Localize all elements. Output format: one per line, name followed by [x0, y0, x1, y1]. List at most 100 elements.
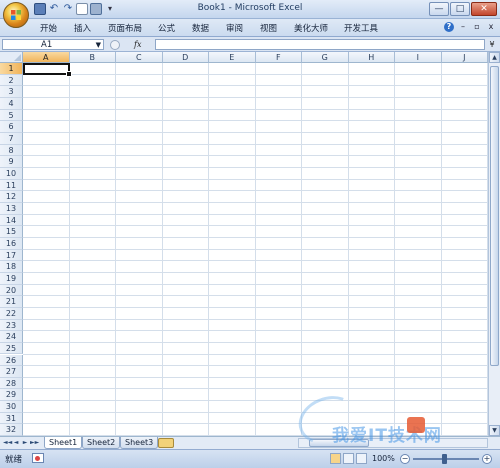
title-bar: ↶ ↷ ▾ Book1 - Microsoft Excel — □ ✕ [0, 0, 500, 19]
row-header[interactable]: 1 [0, 63, 23, 75]
minimize-button[interactable]: — [429, 2, 449, 16]
horizontal-scroll-thumb[interactable] [309, 439, 369, 447]
row-header[interactable]: 31 [0, 412, 23, 425]
row-header[interactable]: 21 [0, 296, 23, 308]
row-header[interactable]: 14 [0, 214, 23, 227]
column-header[interactable]: E [209, 52, 256, 63]
row-header[interactable]: 29 [0, 389, 23, 402]
sheet-tab-2[interactable]: Sheet2 [82, 437, 121, 449]
row-header[interactable]: 5 [0, 109, 23, 122]
row-header[interactable]: 8 [0, 144, 23, 157]
zoom-out-button[interactable]: − [400, 454, 410, 464]
vertical-scrollbar[interactable]: ▲ ▼ [488, 52, 500, 436]
insert-sheet-icon[interactable] [158, 438, 174, 448]
zoom-in-button[interactable]: + [482, 454, 492, 464]
zoom-handle[interactable] [442, 454, 447, 464]
status-ready-text: 就绪 [5, 455, 23, 465]
maximize-button[interactable]: □ [450, 2, 470, 16]
grid-row-line [23, 306, 488, 308]
vertical-scroll-thumb[interactable] [490, 66, 499, 366]
first-sheet-icon[interactable]: ◄◄ [3, 438, 12, 448]
tab-insert[interactable]: 插入 [74, 22, 91, 34]
workbook-minimize-button[interactable]: – [458, 22, 468, 32]
spreadsheet-grid[interactable]: A B C D E F G H I J 1 2 3 4 5 6 7 8 9 10 11 12 13 14 15 16 17 18 19 2… [0, 52, 500, 437]
tab-review[interactable]: 审阅 [226, 22, 243, 34]
formula-buttons: fx [107, 39, 153, 50]
last-sheet-icon[interactable]: ►► [30, 438, 39, 448]
row-header[interactable]: 2 [0, 74, 23, 87]
ribbon-right-controls: ? – ▫ x [444, 22, 496, 32]
column-header[interactable]: J [441, 52, 488, 63]
help-icon[interactable]: ? [444, 22, 454, 32]
row-header[interactable]: 27 [0, 366, 23, 378]
row-header[interactable]: 19 [0, 272, 23, 285]
workbook-close-button[interactable]: x [486, 22, 496, 32]
row-header[interactable]: 9 [0, 156, 23, 168]
horizontal-scrollbar[interactable] [298, 438, 488, 448]
close-button[interactable]: ✕ [471, 2, 497, 16]
row-header[interactable]: 3 [0, 86, 23, 98]
column-header[interactable]: A [23, 52, 70, 63]
row-header[interactable]: 13 [0, 202, 23, 215]
row-header[interactable]: 22 [0, 307, 23, 320]
grid-row-line [23, 131, 488, 133]
column-header[interactable]: D [162, 52, 209, 63]
row-header[interactable]: 10 [0, 167, 23, 180]
active-cell-a1[interactable] [23, 63, 72, 77]
page-break-view-icon[interactable] [356, 453, 367, 464]
tab-formulas[interactable]: 公式 [158, 22, 175, 34]
ribbon-tabs: 开始 插入 页面布局 公式 数据 审阅 视图 美化大师 开发工具 ? – ▫ x [0, 19, 500, 37]
row-header[interactable]: 32 [0, 424, 23, 437]
tab-beautify-master[interactable]: 美化大师 [294, 22, 328, 34]
sheet-tab-3[interactable]: Sheet3 [120, 437, 159, 449]
sheet-tab-1[interactable]: Sheet1 [44, 437, 83, 449]
zoom-slider[interactable]: − + [400, 454, 492, 464]
tab-data[interactable]: 数据 [192, 22, 209, 34]
tab-developer[interactable]: 开发工具 [344, 22, 378, 34]
select-all-button[interactable] [0, 52, 23, 63]
insert-function-button[interactable]: fx [134, 40, 141, 49]
expand-formula-bar-icon[interactable]: ¥ [487, 39, 497, 50]
grid-row-line [23, 365, 488, 367]
column-header[interactable]: I [395, 52, 442, 63]
tab-view[interactable]: 视图 [260, 22, 277, 34]
grid-row-line [23, 248, 488, 250]
scroll-up-icon[interactable]: ▲ [489, 52, 500, 63]
cancel-entry-icon[interactable] [110, 39, 120, 50]
next-sheet-icon[interactable]: ► [21, 438, 29, 448]
row-header[interactable]: 6 [0, 121, 23, 133]
row-header[interactable]: 15 [0, 226, 23, 238]
row-header[interactable]: 23 [0, 319, 23, 332]
row-header[interactable]: 12 [0, 191, 23, 203]
prev-sheet-icon[interactable]: ◄ [12, 438, 20, 448]
row-header[interactable]: 30 [0, 401, 23, 413]
row-header[interactable]: 24 [0, 331, 23, 343]
tab-home[interactable]: 开始 [40, 22, 57, 34]
macro-record-icon[interactable] [32, 453, 44, 463]
row-header[interactable]: 7 [0, 132, 23, 145]
zoom-level[interactable]: 100% [372, 454, 395, 463]
column-header[interactable]: G [302, 52, 349, 63]
row-header[interactable]: 25 [0, 342, 23, 355]
row-header[interactable]: 4 [0, 97, 23, 110]
scroll-down-icon[interactable]: ▼ [489, 425, 500, 436]
row-header[interactable]: 17 [0, 249, 23, 262]
column-header[interactable]: C [116, 52, 163, 63]
row-header[interactable]: 20 [0, 284, 23, 297]
row-header[interactable]: 11 [0, 179, 23, 192]
office-button[interactable] [3, 2, 29, 28]
row-header[interactable]: 16 [0, 237, 23, 250]
chevron-down-icon[interactable]: ▼ [96, 40, 101, 50]
normal-view-icon[interactable] [330, 453, 341, 464]
column-header[interactable]: B [69, 52, 116, 63]
workbook-restore-button[interactable]: ▫ [472, 22, 482, 32]
row-header[interactable]: 18 [0, 261, 23, 273]
row-header[interactable]: 28 [0, 377, 23, 390]
formula-input[interactable] [155, 39, 485, 50]
column-header[interactable]: H [348, 52, 395, 63]
row-header[interactable]: 26 [0, 354, 23, 367]
tab-page-layout[interactable]: 页面布局 [108, 22, 142, 34]
page-layout-view-icon[interactable] [343, 453, 354, 464]
name-box[interactable]: A1 ▼ [2, 39, 104, 50]
column-header[interactable]: F [255, 52, 302, 63]
